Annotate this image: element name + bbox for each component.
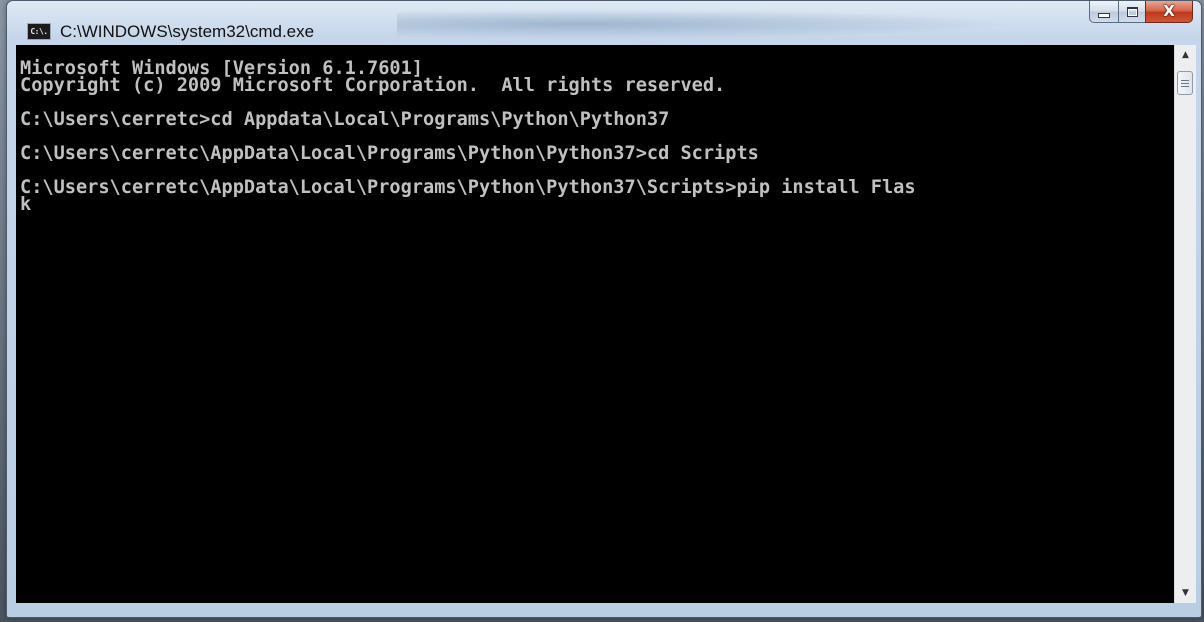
scroll-up-arrow-icon[interactable]: ▲ <box>1175 45 1196 65</box>
cmd-prompt-icon[interactable]: C:\. <box>27 23 51 40</box>
grip-icon <box>1181 79 1189 87</box>
console-line: Copyright (c) 2009 Microsoft Corporation… <box>20 75 726 96</box>
caption-buttons: X <box>1089 1 1193 23</box>
cmd-window[interactable]: C:\. C:\WINDOWS\system32\cmd.exe X Micro… <box>6 0 1202 618</box>
title-bar[interactable]: C:\. C:\WINDOWS\system32\cmd.exe X <box>7 1 1201 41</box>
scroll-thumb[interactable] <box>1177 71 1193 95</box>
window-title: C:\WINDOWS\system32\cmd.exe <box>60 22 315 41</box>
close-icon: X <box>1163 2 1175 20</box>
console-output[interactable]: Microsoft Windows [Version 6.1.7601] Cop… <box>16 45 1174 603</box>
maximize-button[interactable] <box>1118 1 1145 23</box>
console-line: C:\Users\cerretc\AppData\Local\Programs\… <box>20 143 759 164</box>
close-button[interactable]: X <box>1145 1 1193 23</box>
minimize-icon <box>1098 13 1110 18</box>
scroll-down-arrow-icon[interactable]: ▼ <box>1175 583 1196 603</box>
console-line: C:\Users\cerretc\AppData\Local\Programs\… <box>20 177 916 198</box>
vertical-scrollbar[interactable]: ▲ ▼ <box>1174 45 1196 603</box>
console-line: C:\Users\cerretc>cd Appdata\Local\Progra… <box>20 109 670 130</box>
maximize-icon <box>1126 6 1138 17</box>
console-line: k <box>20 194 32 215</box>
minimize-button[interactable] <box>1089 1 1118 23</box>
title-bar-glass <box>397 9 1017 39</box>
window-bottom-border <box>7 603 1201 617</box>
